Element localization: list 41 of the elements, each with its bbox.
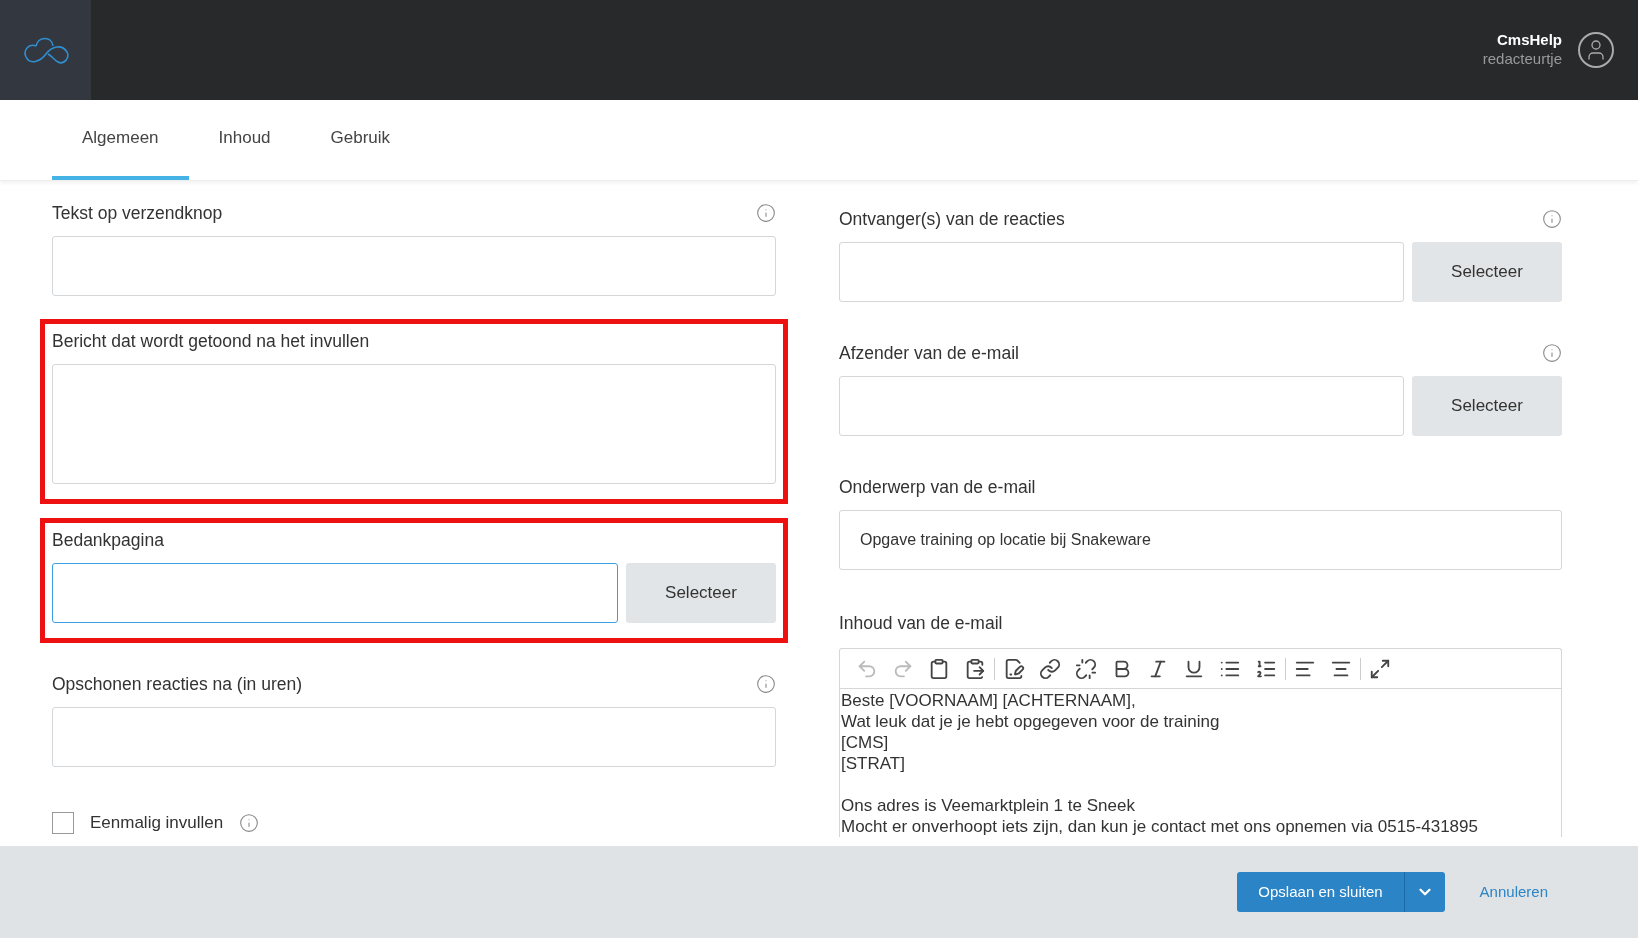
editor-text-line: [STRAT]	[841, 753, 905, 775]
user-role: redacteurtje	[1482, 50, 1562, 69]
tab[interactable]: Gebruik	[300, 100, 421, 180]
tab[interactable]: Inhoud	[188, 100, 301, 180]
input-field[interactable]	[52, 563, 618, 623]
editor-text-line: Beste [VOORNAAM] [ACHTERNAAM],	[841, 690, 1136, 712]
editor-text-line: [CMS]	[841, 732, 889, 754]
field-label: Bedankpagina	[52, 528, 164, 552]
field-label: Inhoud van de e-mail	[839, 612, 1004, 635]
checkbox-label: Eenmalig invullen	[90, 812, 224, 834]
input-field[interactable]	[52, 707, 776, 767]
unlink-icon[interactable]	[1075, 657, 1097, 680]
link-icon[interactable]	[1039, 657, 1061, 680]
input-field[interactable]	[52, 236, 776, 296]
editor-text-line: Wat leuk dat je je hebt opgegeven voor de training	[841, 711, 1220, 733]
paste-icon[interactable]	[928, 657, 950, 680]
info-icon[interactable]	[1542, 343, 1562, 363]
field-label: Tekst op verzendknop	[52, 201, 223, 225]
field-label: Onderwerp van de e-mail	[839, 475, 1036, 499]
select-button[interactable]: Selecteer	[626, 563, 776, 623]
field-label: Afzender van de e-mail	[839, 341, 1019, 365]
tab[interactable]: Algemeen	[52, 100, 189, 180]
info-icon[interactable]	[756, 203, 776, 223]
editor-text-line: Mocht er onverhoopt iets zijn, dan kun je contact met ons opnemen via 0515-431895	[841, 816, 1478, 838]
info-icon[interactable]	[756, 674, 776, 694]
checkbox[interactable]	[52, 811, 74, 834]
editor-text-line: Ons adres is Veemarktplein 1 te Sneek	[841, 795, 1135, 817]
save-button[interactable]: Opslaan en sluiten	[1237, 872, 1404, 912]
select-button[interactable]: Selecteer	[1412, 376, 1562, 436]
info-icon[interactable]	[1542, 209, 1562, 229]
select-button[interactable]: Selecteer	[1412, 242, 1562, 302]
input-field[interactable]	[839, 376, 1404, 436]
avatar-icon[interactable]	[1578, 32, 1614, 68]
field-label: Ontvanger(s) van de reacties	[839, 207, 1065, 231]
field-label: Bericht dat wordt getoond na het invullen	[52, 329, 370, 353]
input-field[interactable]	[839, 242, 1404, 302]
maximize-icon[interactable]	[1369, 657, 1391, 680]
user-name: CmsHelp	[1496, 31, 1562, 50]
field-label: Opschonen reacties na (in uren)	[52, 672, 302, 696]
info-icon[interactable]	[239, 812, 260, 833]
input-field[interactable]: Opgave training op locatie bij Snakeware	[839, 510, 1562, 570]
